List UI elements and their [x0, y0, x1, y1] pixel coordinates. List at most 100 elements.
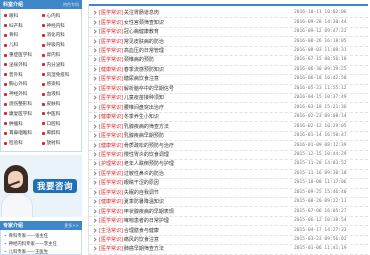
special-departments-link[interactable]: 特色专科 [63, 2, 79, 8]
article-category[interactable]: [医学常识] [99, 75, 123, 82]
expert-link[interactable]: • 骨科专家——张主任 [4, 232, 78, 240]
article-category[interactable]: [医学常识] [99, 38, 123, 45]
article-category[interactable]: [医学常识] [99, 47, 123, 54]
article-row[interactable]: [医学常识] 肺癌早期筛查方法 2015-01-06 11:41:19 [89, 244, 368, 255]
article-category[interactable]: [医学常识] [99, 94, 123, 101]
article-category[interactable]: [医学常识] [99, 104, 123, 111]
department-label: 内分泌科 [46, 62, 65, 68]
department-link[interactable]: 心内科 [41, 13, 80, 19]
department-link[interactable]: 内分泌科 [41, 62, 80, 68]
article-title-link[interactable]: 女性宫颈筛查知识 [124, 19, 294, 26]
department-link[interactable]: 检验科 [4, 140, 42, 146]
department-row: 泌尿外科 内分泌科 [4, 60, 79, 70]
article-title-link[interactable]: 糖尿病饮食注意 [124, 75, 294, 82]
article-title-link[interactable]: 乳腺疾病早期预防 [124, 132, 294, 139]
article-date: 2015-11-16 09:30:18 [294, 170, 347, 176]
article-title-link[interactable]: 合理膳食与健康 [124, 227, 294, 234]
article-category[interactable]: [医学常识] [99, 208, 123, 215]
article-title-link[interactable]: 甲状腺疾病的早期表现 [124, 208, 294, 215]
department-link[interactable]: 中医科 [41, 111, 80, 117]
department-link[interactable]: 神经内科 [41, 23, 80, 29]
article-category[interactable]: [医学常识] [99, 85, 123, 92]
article-title-link[interactable]: 痛风的饮食注意 [124, 236, 294, 243]
article-category[interactable]: [健康常识] [99, 66, 123, 73]
department-link[interactable]: 骨科 [4, 32, 42, 38]
article-title-link[interactable]: 哮喘患者的日常护理 [124, 217, 294, 224]
article-category[interactable]: [护理常识] [99, 160, 123, 167]
department-label: 呼吸内科 [46, 43, 65, 49]
article-category[interactable]: [医学常识] [99, 189, 123, 196]
article-category[interactable]: [医学常识] [99, 132, 123, 139]
article-category[interactable]: [医学常识] [99, 56, 123, 63]
department-link[interactable]: 风湿免疫科 [41, 72, 80, 78]
article-title-link[interactable]: 眼睛干涩的原因 [124, 179, 294, 186]
article-category[interactable]: [医学常识] [99, 217, 123, 224]
department-link[interactable]: 麻醉科 [41, 130, 80, 136]
article-category[interactable]: [健康常识] [99, 198, 123, 205]
article-category[interactable]: [医学常识] [99, 123, 123, 130]
bullet-icon [4, 92, 7, 96]
department-link[interactable]: 烧伤整形科 [4, 101, 42, 107]
chevron-right-icon [92, 133, 97, 138]
article-title-link[interactable]: 常见皮肤病的防治 [124, 38, 294, 45]
article-title-link[interactable]: 肺癌早期筛查方法 [124, 245, 294, 252]
article-title-link[interactable]: 老年人跌倒预防与护理 [124, 160, 294, 167]
article-title-link[interactable]: 失眠的自我调节 [124, 189, 294, 196]
article-title-link[interactable]: 冠心病健康教育 [124, 28, 294, 35]
article-category[interactable]: [医学常识] [99, 9, 123, 16]
department-link[interactable]: 普外科 [4, 72, 42, 78]
article-title-link[interactable]: 儿童疫苗接种须知 [124, 94, 294, 101]
department-link[interactable]: 耳鼻咽喉科 [4, 130, 42, 136]
article-category[interactable]: [医学常识] [99, 28, 123, 35]
department-link[interactable]: 神经外科 [4, 91, 42, 97]
department-row: 眼科 心内科 [4, 11, 79, 21]
department-link[interactable]: 妇产科 [4, 23, 42, 29]
article-title-link[interactable]: 过敏性鼻炎的防治 [124, 170, 294, 177]
department-link[interactable]: 肿瘤科 [4, 121, 42, 127]
department-link[interactable]: 放射科 [41, 140, 80, 146]
article-category[interactable]: [健康常识] [99, 142, 123, 149]
article-title-link[interactable]: 腰椎间盘突出治疗 [124, 104, 294, 111]
department-link[interactable]: 呼吸内科 [41, 42, 80, 49]
article-date: 2015-04-17 14:27:33 [294, 227, 347, 233]
department-link[interactable]: 口腔科 [41, 121, 80, 127]
article-category[interactable]: [医学常识] [99, 236, 123, 243]
consult-button[interactable]: 我要咨询 [33, 179, 77, 193]
department-link[interactable]: 眼科 [4, 13, 42, 19]
article-title-link[interactable]: 春季流感预防知识 [124, 66, 294, 73]
department-link[interactable]: 消化内科 [41, 32, 80, 38]
article-title-link[interactable]: 颈椎病的预防 [124, 56, 294, 63]
department-link[interactable]: 肾内科 [41, 52, 80, 58]
experts-more-link[interactable]: 更多>> [64, 223, 79, 229]
article-title-link[interactable]: 关注胃肠道息肉 [124, 9, 294, 16]
article-title-link[interactable]: 冬季养生小知识 [124, 113, 294, 120]
article-category[interactable]: [医学常识] [99, 151, 123, 158]
article-category[interactable]: [医学常识] [99, 170, 123, 177]
article-title-link[interactable]: 夏季防暑降温知识 [124, 198, 294, 205]
article-date: 2016-01-09 08:12:39 [294, 142, 347, 148]
article-title-link[interactable]: 解析脑卒中的早期信号 [124, 85, 294, 92]
article-title-link[interactable]: 乳腺疾病的筛查方法 [124, 123, 294, 130]
chevron-right-icon [92, 123, 97, 129]
expert-link[interactable]: • 儿科专家——王医生 [4, 248, 78, 255]
chevron-right-icon [92, 105, 97, 110]
article-title-link[interactable]: 高血压的日常管理 [124, 47, 294, 54]
department-link[interactable]: 感染科 [41, 81, 80, 87]
expert-link[interactable]: • 神经内科专家——李主任 [4, 240, 78, 248]
department-link[interactable]: 皮肤科 [41, 101, 80, 107]
article-category[interactable]: [医学常识] [99, 179, 123, 186]
department-link[interactable]: 胸心外科 [4, 81, 42, 87]
department-link[interactable]: 血液科 [41, 91, 80, 97]
article-category[interactable]: [医学常识] [99, 245, 123, 252]
article-title-link[interactable]: 慢性胃炎的饮食调理 [124, 151, 294, 158]
article-category[interactable]: [健康常识] [99, 113, 123, 120]
article-title-link[interactable]: 骨质疏松的预防与治疗 [124, 142, 294, 149]
article-date: 2016-08-26 16:18:05 [294, 38, 347, 44]
article-category[interactable]: [生活常识] [99, 227, 123, 234]
department-link[interactable]: 重症医学科 [4, 52, 42, 58]
department-link[interactable]: 泌尿外科 [4, 62, 42, 68]
department-link[interactable]: 儿科 [4, 42, 42, 48]
consult-banner[interactable]: 我要咨询 [0, 155, 82, 217]
article-category[interactable]: [医学常识] [99, 19, 123, 26]
department-link[interactable]: 康复医学科 [4, 111, 42, 117]
